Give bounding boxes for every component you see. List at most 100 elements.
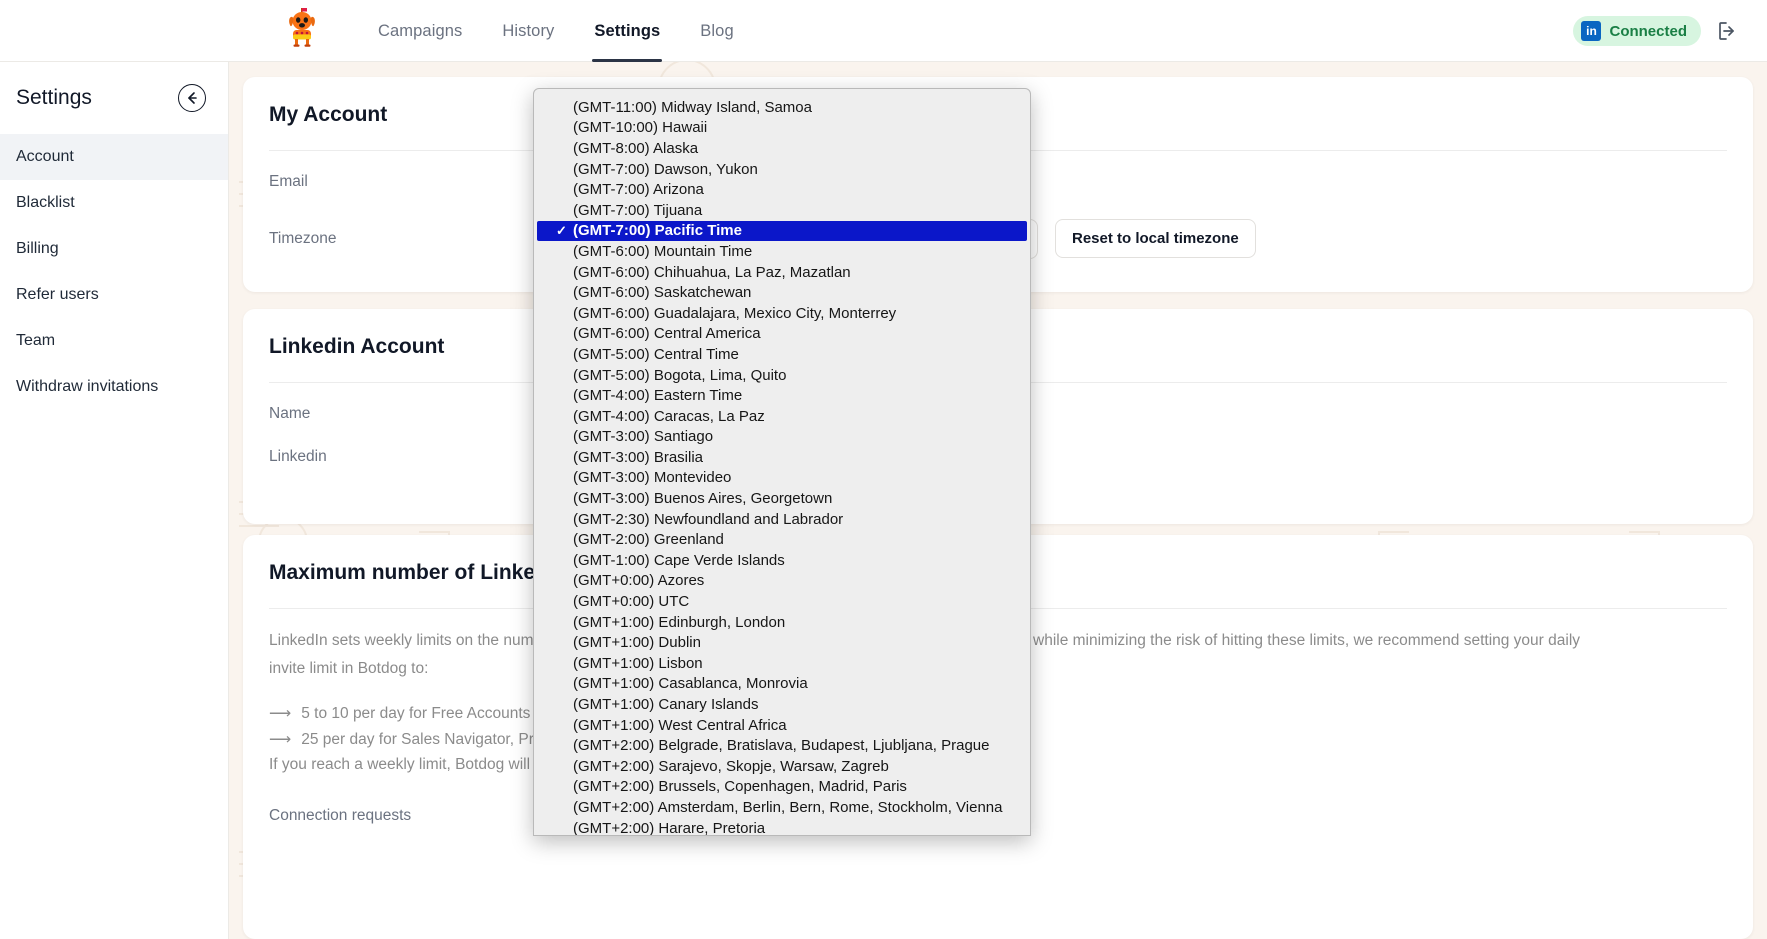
timezone-option[interactable]: ✓(GMT-7:00) Dawson, Yukon xyxy=(534,159,1030,180)
timezone-option-label: (GMT+1:00) Dublin xyxy=(573,634,701,651)
timezone-option[interactable]: ✓(GMT-10:00) Hawaii xyxy=(534,118,1030,139)
nav-link-campaigns[interactable]: Campaigns xyxy=(358,0,482,62)
timezone-option[interactable]: ✓(GMT-11:00) Midway Island, Samoa xyxy=(534,97,1030,118)
limits-paragraph-line2: invite limit in Botdog to: xyxy=(269,656,428,682)
sidebar-item-blacklist-label: Blacklist xyxy=(16,194,75,212)
check-icon: ✓ xyxy=(556,223,571,239)
timezone-option[interactable]: ✓(GMT-3:00) Montevideo xyxy=(534,468,1030,489)
status-badge-connected[interactable]: in Connected xyxy=(1573,16,1701,46)
nav-links: Campaigns History Settings Blog xyxy=(358,0,754,62)
status-badge-label: Connected xyxy=(1609,23,1687,40)
app-root: Campaigns History Settings Blog in Conne… xyxy=(0,0,1767,939)
nav-link-settings[interactable]: Settings xyxy=(574,0,680,62)
botdog-logo[interactable] xyxy=(275,4,329,58)
timezone-option[interactable]: ✓(GMT-7:00) Arizona xyxy=(534,179,1030,200)
timezone-option-label: (GMT+1:00) Lisbon xyxy=(573,655,703,672)
linkedin-field-label: Linkedin xyxy=(269,448,327,466)
dog-robot-logo-icon xyxy=(277,6,327,56)
timezone-option[interactable]: ✓(GMT-2:00) Greenland xyxy=(534,529,1030,550)
timezone-option[interactable]: ✓(GMT+1:00) Casablanca, Monrovia xyxy=(534,674,1030,695)
timezone-dropdown-list[interactable]: ✓(GMT-11:00) Midway Island, Samoa✓(GMT-1… xyxy=(533,88,1031,836)
timezone-option-label: (GMT+2:00) Harare, Pretoria xyxy=(573,820,765,836)
timezone-option-label: (GMT+1:00) Canary Islands xyxy=(573,696,759,713)
timezone-option[interactable]: ✓(GMT+1:00) Edinburgh, London xyxy=(534,612,1030,633)
name-field-label: Name xyxy=(269,405,310,423)
timezone-option[interactable]: ✓(GMT-3:00) Buenos Aires, Georgetown xyxy=(534,488,1030,509)
nav-link-campaigns-label: Campaigns xyxy=(378,22,462,41)
nav-link-history-label: History xyxy=(502,22,554,41)
timezone-option[interactable]: ✓(GMT+2:00) Sarajevo, Skopje, Warsaw, Za… xyxy=(534,756,1030,777)
sidebar-item-account[interactable]: Account xyxy=(0,134,228,180)
arrow-right-icon: ⟶ xyxy=(269,701,291,727)
timezone-option[interactable]: ✓(GMT-6:00) Central America xyxy=(534,324,1030,345)
nav-link-blog-label: Blog xyxy=(700,22,733,41)
timezone-option[interactable]: ✓(GMT+2:00) Amsterdam, Berlin, Bern, Rom… xyxy=(534,797,1030,818)
timezone-field-label: Timezone xyxy=(269,230,336,248)
logout-glyph xyxy=(1715,19,1739,43)
sidebar-header: Settings xyxy=(0,62,228,134)
timezone-option[interactable]: ✓(GMT+0:00) Azores xyxy=(534,571,1030,592)
sidebar-title: Settings xyxy=(16,86,92,110)
timezone-option-label: (GMT-4:00) Caracas, La Paz xyxy=(573,408,765,425)
timezone-option-label: (GMT-6:00) Saskatchewan xyxy=(573,284,751,301)
timezone-option[interactable]: ✓(GMT-7:00) Pacific Time xyxy=(537,221,1027,242)
timezone-option[interactable]: ✓(GMT-6:00) Saskatchewan xyxy=(534,282,1030,303)
sidebar-item-billing[interactable]: Billing xyxy=(0,226,228,272)
timezone-option-label: (GMT-6:00) Central America xyxy=(573,325,761,342)
sidebar-item-refer-users[interactable]: Refer users xyxy=(0,272,228,318)
sidebar-item-team[interactable]: Team xyxy=(0,318,228,364)
timezone-option[interactable]: ✓(GMT-4:00) Eastern Time xyxy=(534,385,1030,406)
timezone-option-label: (GMT-7:00) Arizona xyxy=(573,181,704,198)
timezone-option[interactable]: ✓(GMT+2:00) Belgrade, Bratislava, Budape… xyxy=(534,735,1030,756)
timezone-option[interactable]: ✓(GMT-8:00) Alaska xyxy=(534,138,1030,159)
topbar-right-actions: in Connected xyxy=(1573,0,1739,62)
connection-requests-label: Connection requests xyxy=(269,803,411,829)
timezone-option[interactable]: ✓(GMT-3:00) Santiago xyxy=(534,427,1030,448)
sidebar-item-billing-label: Billing xyxy=(16,240,59,258)
timezone-option[interactable]: ✓(GMT-6:00) Guadalajara, Mexico City, Mo… xyxy=(534,303,1030,324)
logout-icon[interactable] xyxy=(1715,19,1739,43)
timezone-option[interactable]: ✓(GMT-6:00) Chihuahua, La Paz, Mazatlan xyxy=(534,262,1030,283)
sidebar-item-refer-users-label: Refer users xyxy=(16,286,99,304)
timezone-option-label: (GMT-3:00) Santiago xyxy=(573,428,713,445)
timezone-option[interactable]: ✓(GMT+0:00) UTC xyxy=(534,591,1030,612)
timezone-option[interactable]: ✓(GMT+1:00) West Central Africa xyxy=(534,715,1030,736)
timezone-option[interactable]: ✓(GMT-5:00) Central Time xyxy=(534,344,1030,365)
timezone-option[interactable]: ✓(GMT-6:00) Mountain Time xyxy=(534,241,1030,262)
timezone-option-label: (GMT-2:00) Greenland xyxy=(573,531,724,548)
timezone-option-label: (GMT-4:00) Eastern Time xyxy=(573,387,742,404)
arrow-left-glyph xyxy=(184,90,200,106)
reset-to-local-timezone-button[interactable]: Reset to local timezone xyxy=(1055,219,1256,258)
timezone-option[interactable]: ✓(GMT+2:00) Harare, Pretoria xyxy=(534,818,1030,836)
timezone-option-label: (GMT-7:00) Tijuana xyxy=(573,202,702,219)
timezone-option[interactable]: ✓(GMT+2:00) Brussels, Copenhagen, Madrid… xyxy=(534,777,1030,798)
timezone-option[interactable]: ✓(GMT+1:00) Dublin xyxy=(534,632,1030,653)
timezone-option-label: (GMT+1:00) West Central Africa xyxy=(573,717,787,734)
timezone-option-label: (GMT+1:00) Casablanca, Monrovia xyxy=(573,675,808,692)
nav-link-blog[interactable]: Blog xyxy=(680,0,753,62)
timezone-option[interactable]: ✓(GMT-1:00) Cape Verde Islands xyxy=(534,550,1030,571)
timezone-option-label: (GMT+0:00) UTC xyxy=(573,593,689,610)
my-account-title: My Account xyxy=(269,103,387,127)
timezone-option[interactable]: ✓(GMT-3:00) Brasilia xyxy=(534,447,1030,468)
sidebar-item-withdraw-invitations[interactable]: Withdraw invitations xyxy=(0,364,228,410)
timezone-option-label: (GMT+0:00) Azores xyxy=(573,572,704,589)
timezone-option[interactable]: ✓(GMT-7:00) Tijuana xyxy=(534,200,1030,221)
timezone-option-label: (GMT-7:00) Dawson, Yukon xyxy=(573,161,758,178)
timezone-option[interactable]: ✓(GMT-4:00) Caracas, La Paz xyxy=(534,406,1030,427)
nav-link-history[interactable]: History xyxy=(482,0,574,62)
timezone-option-label: (GMT-5:00) Central Time xyxy=(573,346,739,363)
sidebar-item-withdraw-invitations-label: Withdraw invitations xyxy=(16,378,158,396)
reset-to-local-timezone-label: Reset to local timezone xyxy=(1072,230,1239,247)
arrow-left-circle-icon[interactable] xyxy=(178,84,206,112)
timezone-option-label: (GMT-8:00) Alaska xyxy=(573,140,698,157)
linkedin-icon: in xyxy=(1581,21,1601,41)
timezone-option[interactable]: ✓(GMT-2:30) Newfoundland and Labrador xyxy=(534,509,1030,530)
timezone-option[interactable]: ✓(GMT+1:00) Canary Islands xyxy=(534,694,1030,715)
linkedin-account-title: Linkedin Account xyxy=(269,335,444,359)
timezone-option[interactable]: ✓(GMT-5:00) Bogota, Lima, Quito xyxy=(534,365,1030,386)
timezone-option-label: (GMT+2:00) Brussels, Copenhagen, Madrid,… xyxy=(573,778,907,795)
sidebar-item-blacklist[interactable]: Blacklist xyxy=(0,180,228,226)
timezone-option-label: (GMT-2:30) Newfoundland and Labrador xyxy=(573,511,843,528)
timezone-option[interactable]: ✓(GMT+1:00) Lisbon xyxy=(534,653,1030,674)
